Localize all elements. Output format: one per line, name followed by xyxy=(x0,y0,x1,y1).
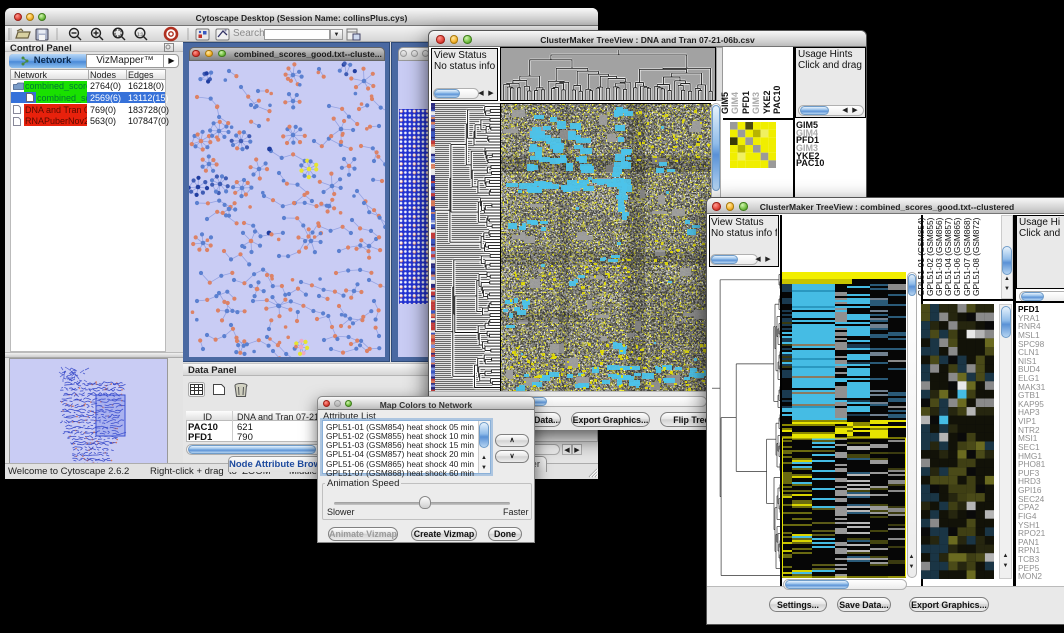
svg-text:1:1: 1:1 xyxy=(137,32,144,37)
